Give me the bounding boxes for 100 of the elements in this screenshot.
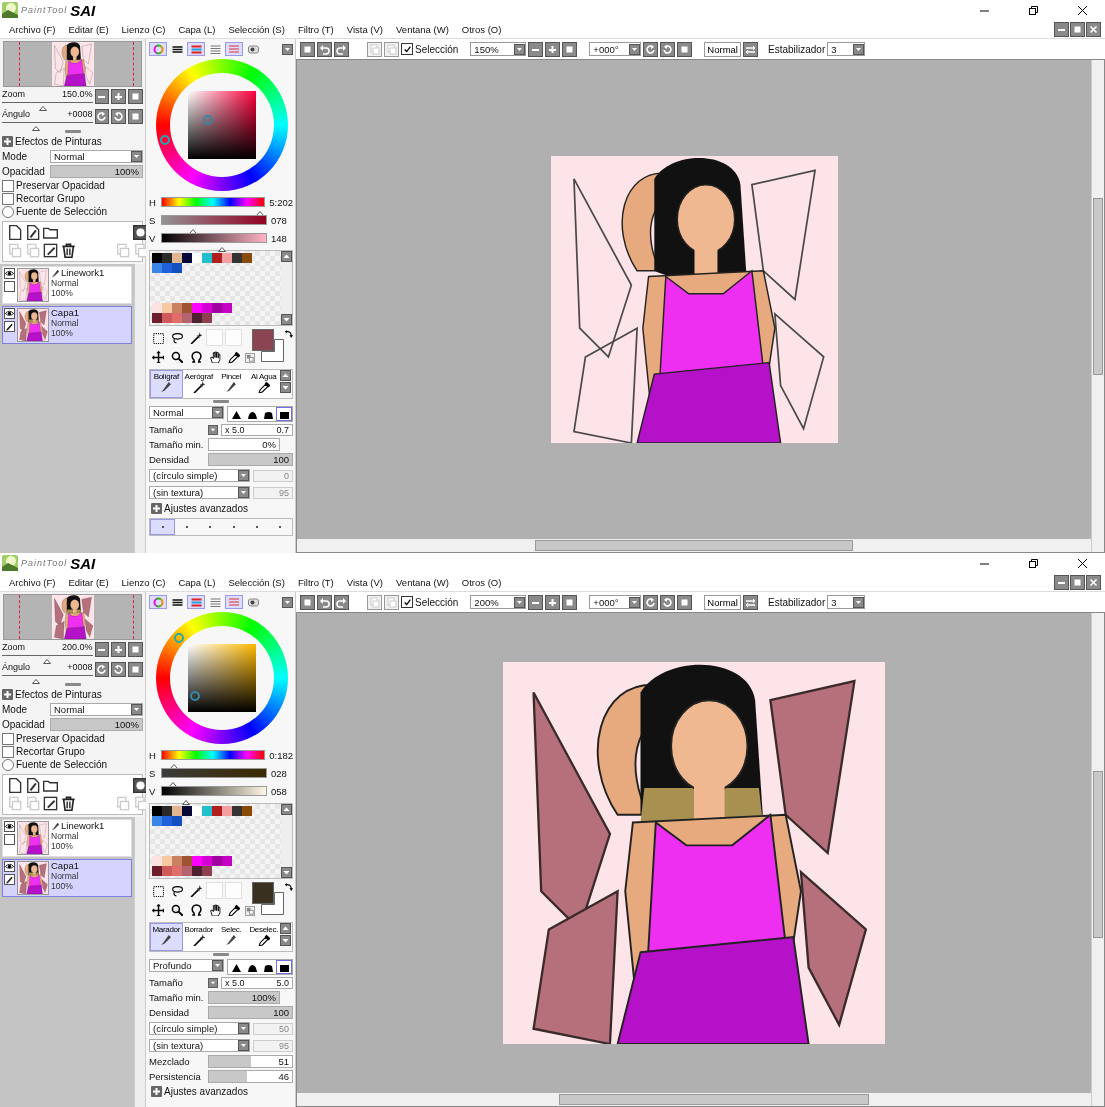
menu-item[interactable]: Selección (S) <box>223 576 290 588</box>
layer-name: Linework1 <box>61 268 105 278</box>
zoom-dropdown[interactable]: 150% <box>470 42 527 56</box>
mode-dropdown[interactable]: Normal <box>50 150 143 163</box>
menu-item[interactable]: Otros (O) <box>456 23 507 35</box>
logo-name: SAI <box>70 1 96 19</box>
section-title[interactable]: Ajustes avanzados <box>164 503 248 514</box>
menu-item[interactable]: Capa (L) <box>173 23 221 35</box>
stabilizer-dropdown[interactable]: 3 <box>827 595 866 609</box>
brush-tab[interactable]: Pincel <box>215 370 248 398</box>
menu-item[interactable]: Otros (O) <box>456 576 507 588</box>
menu-item[interactable]: Lienzo (C) <box>116 576 171 588</box>
size-field[interactable]: x 5.0 5.0 <box>221 976 293 989</box>
blend-dropdown[interactable]: Profundo <box>149 959 224 972</box>
brush-tab[interactable]: Aerógraf <box>182 370 215 398</box>
field-label: Densidad <box>149 454 191 465</box>
menu-item[interactable]: Filtro (T) <box>292 23 339 35</box>
logo-name: SAI <box>70 554 96 572</box>
field-label: Tamaño min. <box>149 439 205 450</box>
size-multiplier: x 5.0 <box>225 977 245 988</box>
layer-item[interactable]: Capa1 Normal 100% <box>2 859 132 897</box>
layer-name: Capa1 <box>51 308 79 318</box>
angle-dropdown[interactable]: +000° <box>589 595 642 609</box>
brush-tab[interactable]: Selec. <box>215 923 248 951</box>
mode-dropdown[interactable]: Normal <box>50 703 143 716</box>
brush-tab[interactable]: Bolígraf <box>150 370 183 398</box>
menu-item[interactable]: Capa (L) <box>173 576 221 588</box>
min-size-slider[interactable]: 0% <box>208 438 280 451</box>
layer-item[interactable]: Linework1 Normal 100% <box>2 266 132 304</box>
density-slider[interactable]: 100 <box>208 453 293 466</box>
layer-item[interactable]: Capa1 Normal 100% <box>2 306 132 344</box>
layer-item[interactable]: Linework1 Normal 100% <box>2 819 132 857</box>
channel-value: 148 <box>271 232 287 244</box>
field-label: Densidad <box>149 1007 191 1018</box>
opacity-slider[interactable]: 100% <box>50 718 143 731</box>
menu-item[interactable]: Filtro (T) <box>292 576 339 588</box>
field-label: Persistencia <box>149 1071 202 1082</box>
opacity-slider[interactable]: 100% <box>50 165 143 178</box>
slider-value: +0008 <box>67 662 93 672</box>
stabilizer-label: Estabilizador <box>768 596 826 608</box>
layer-mode: Normal <box>51 871 79 881</box>
blend-mode-button[interactable]: Normal <box>704 594 741 610</box>
channel-value: 028 <box>271 767 287 779</box>
brush-tab[interactable]: Borrador <box>182 923 215 951</box>
layer-opacity: 100% <box>51 288 74 298</box>
option-label: Recortar Grupo <box>16 746 85 757</box>
brush-tab[interactable]: Deselec. <box>247 923 280 951</box>
menu-item[interactable]: Archivo (F) <box>4 23 61 35</box>
field-label: Mode <box>2 704 28 715</box>
field-label: Tamaño min. <box>149 992 205 1003</box>
brush-slider[interactable]: 51 <box>208 1055 293 1068</box>
menu-item[interactable]: Vista (V) <box>341 576 389 588</box>
menu-item[interactable]: Selección (S) <box>223 23 290 35</box>
option-label: Fuente de Selección <box>16 759 108 770</box>
channel-value: 5:202 <box>269 196 293 208</box>
slider-label: Ángulo <box>2 109 31 119</box>
checkbox-label: Selección <box>415 43 459 55</box>
menu-item[interactable]: Ventana (W) <box>391 576 454 588</box>
channel-label: H <box>149 749 157 761</box>
logo-prefix: PaintTool <box>21 5 68 15</box>
option-label: Recortar Grupo <box>16 193 85 204</box>
density-slider[interactable]: 100 <box>208 1006 293 1019</box>
menu-item[interactable]: Ventana (W) <box>391 23 454 35</box>
field-label: Opacidad <box>2 166 46 177</box>
stabilizer-dropdown[interactable]: 3 <box>827 42 866 56</box>
angle-dropdown[interactable]: +000° <box>589 42 642 56</box>
menu-item[interactable]: Editar (E) <box>63 576 114 588</box>
zoom-dropdown[interactable]: 200% <box>470 595 527 609</box>
section-title[interactable]: Efectos de Pinturas <box>15 136 102 147</box>
logo-prefix: PaintTool <box>21 558 68 568</box>
field-label: Mode <box>2 151 28 162</box>
size-field[interactable]: x 5.0 0.7 <box>221 423 293 436</box>
brush-tab[interactable]: Al Agua <box>247 370 280 398</box>
slider-label: Ángulo <box>2 662 31 672</box>
min-size-slider[interactable]: 100% <box>208 991 280 1004</box>
field-label: Opacidad <box>2 719 46 730</box>
menu-item[interactable]: Editar (E) <box>63 23 114 35</box>
layer-mode: Normal <box>51 318 79 328</box>
option-label: Preservar Opacidad <box>16 180 105 191</box>
brush-slider[interactable]: 46 <box>208 1070 293 1083</box>
size-value: 0.7 <box>276 424 289 435</box>
channel-label: V <box>149 785 157 797</box>
layer-opacity: 100% <box>51 328 74 338</box>
channel-value: 078 <box>271 214 287 226</box>
channel-value: 0:182 <box>269 749 293 761</box>
option-label: Preservar Opacidad <box>16 733 105 744</box>
layer-opacity: 100% <box>51 881 74 891</box>
slider-label: Zoom <box>2 89 25 99</box>
menu-item[interactable]: Lienzo (C) <box>116 23 171 35</box>
slider-value: +0008 <box>67 109 93 119</box>
layer-mode: Normal <box>51 831 80 841</box>
slider-value: 150.0% <box>62 89 93 99</box>
blend-mode-button[interactable]: Normal <box>704 41 741 57</box>
section-title[interactable]: Ajustes avanzados <box>164 1086 248 1097</box>
section-title[interactable]: Efectos de Pinturas <box>15 689 102 700</box>
menu-item[interactable]: Vista (V) <box>341 23 389 35</box>
brush-tab[interactable]: Marador <box>150 923 183 951</box>
blend-dropdown[interactable]: Normal <box>149 406 224 419</box>
menu-item[interactable]: Archivo (F) <box>4 576 61 588</box>
size-multiplier: x 5.0 <box>225 424 245 435</box>
